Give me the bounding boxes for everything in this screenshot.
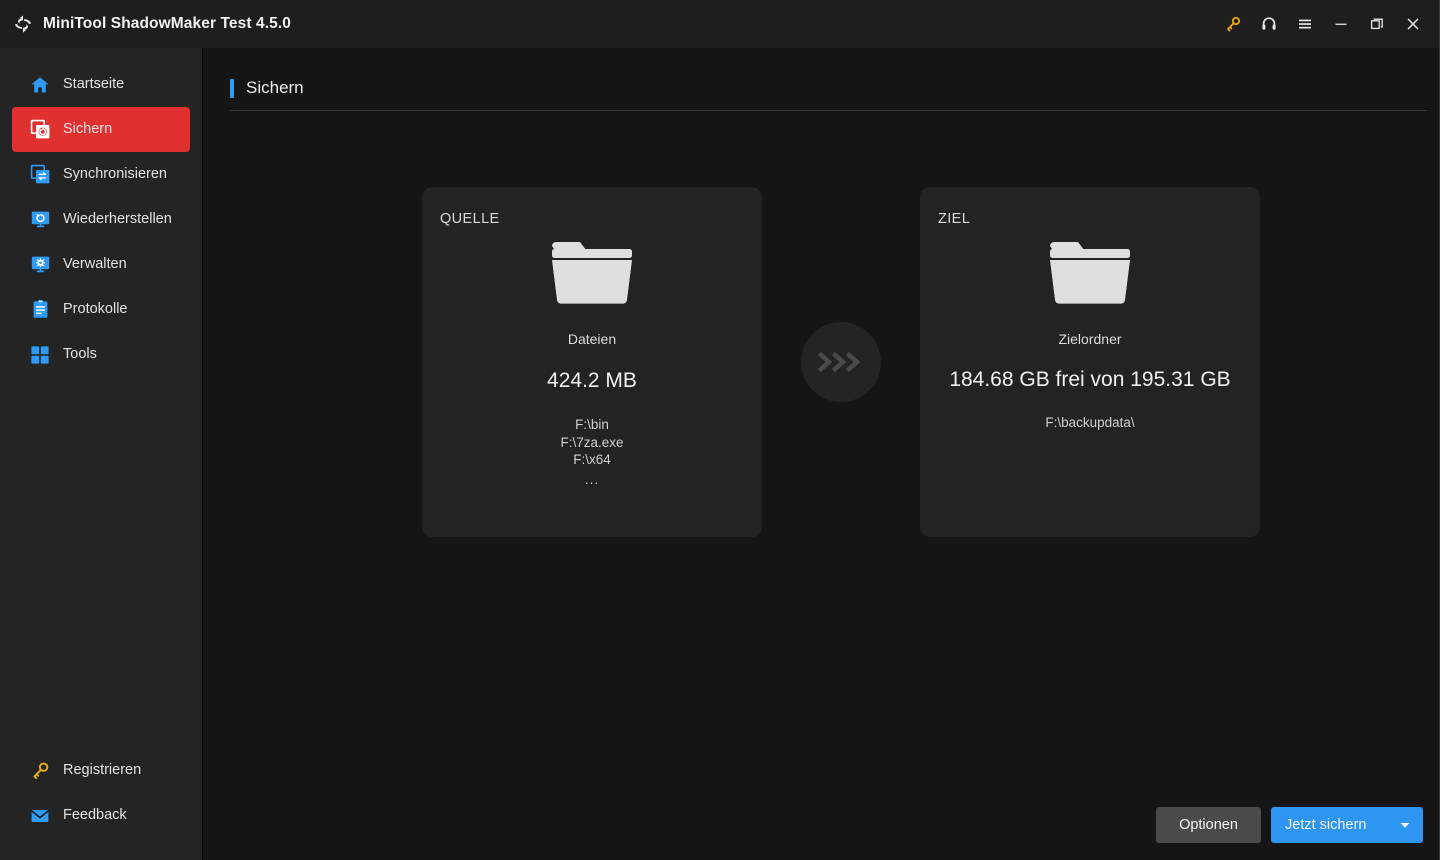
page-header: Sichern [203,48,1439,98]
minimize-icon [1333,16,1349,32]
destination-card-capacity: 184.68 GB frei von 195.31 GB [949,368,1230,392]
panel-area: QUELLE Dateien 424.2 MB F:\bin [203,111,1439,860]
support-icon[interactable] [1251,8,1287,40]
source-path-more: ... [560,471,623,489]
page-accent-bar [230,79,234,98]
destination-card-paths: F:\backupdata\ [1045,414,1134,432]
headset-icon [1261,16,1277,32]
backup-cards: QUELLE Dateien 424.2 MB F:\bin [422,187,1260,537]
destination-card[interactable]: ZIEL Zielordner 184.68 GB frei von 195.3… [920,187,1260,537]
options-button[interactable]: Optionen [1156,807,1261,843]
sidebar-item-startseite[interactable]: Startseite [12,62,190,107]
key-icon [1225,16,1241,32]
folder-icon [1048,239,1132,305]
source-path: F:\bin [560,416,623,434]
sidebar: Startseite Sichern [0,48,203,860]
sidebar-item-wiederherstellen[interactable]: Wiederherstellen [12,197,190,242]
menu-icon[interactable] [1287,8,1323,40]
app-title: MiniTool ShadowMaker Test 4.5.0 [43,15,291,33]
sidebar-item-tools[interactable]: Tools [12,332,190,377]
source-path: F:\7za.exe [560,434,623,452]
hamburger-menu-icon [1297,16,1313,32]
content-area: Sichern QUELLE Dateien [203,48,1439,860]
sidebar-item-feedback[interactable]: Feedback [12,793,190,838]
source-card-label: QUELLE [440,211,744,227]
sidebar-label: Sichern [63,122,112,137]
footer-actions: Optionen Jetzt sichern [1156,807,1423,843]
source-path: F:\x64 [560,451,623,469]
source-card[interactable]: QUELLE Dateien 424.2 MB F:\bin [422,187,762,537]
sidebar-label: Synchronisieren [63,167,167,182]
title-bar: MiniTool ShadowMaker Test 4.5.0 [0,0,1439,48]
destination-card-content: Zielordner 184.68 GB frei von 195.31 GB … [938,239,1242,432]
sidebar-item-sichern[interactable]: Sichern [12,107,190,152]
app-window: MiniTool ShadowMaker Test 4.5.0 [0,0,1440,860]
source-card-kind: Dateien [568,331,616,347]
restore-button[interactable] [1359,8,1395,40]
sidebar-item-synchronisieren[interactable]: Synchronisieren [12,152,190,197]
sidebar-item-registrieren[interactable]: Registrieren [12,748,190,793]
sidebar-label: Feedback [63,808,127,823]
destination-card-label: ZIEL [938,211,1242,227]
close-button[interactable] [1395,8,1431,40]
sidebar-item-verwalten[interactable]: Verwalten [12,242,190,287]
destination-card-kind: Zielordner [1058,331,1121,347]
sync-icon [29,164,51,186]
sidebar-label: Tools [63,347,97,362]
backup-now-label: Jetzt sichern [1285,817,1366,833]
sidebar-label: Protokolle [63,302,127,317]
restore-icon [29,209,51,231]
page-title: Sichern [246,78,304,98]
logs-icon [29,299,51,321]
tools-grid-icon [29,344,51,366]
close-icon [1405,16,1421,32]
destination-path: F:\backupdata\ [1045,414,1134,432]
envelope-icon [29,805,51,827]
restore-window-icon [1369,16,1385,32]
sidebar-item-protokolle[interactable]: Protokolle [12,287,190,332]
backup-now-button[interactable]: Jetzt sichern [1271,807,1423,843]
sidebar-label: Startseite [63,77,124,92]
source-card-size: 424.2 MB [547,369,637,393]
folder-icon [550,239,634,305]
triple-chevron-right-icon [818,350,864,374]
register-key-icon[interactable] [1215,8,1251,40]
source-card-paths: F:\bin F:\7za.exe F:\x64 ... [560,416,623,488]
sidebar-label: Verwalten [63,257,127,272]
sidebar-label: Registrieren [63,763,141,778]
sidebar-spacer [0,377,202,748]
home-icon [29,74,51,96]
caret-down-icon[interactable] [1400,817,1410,833]
sidebar-bottom-group: Registrieren Feedback [0,748,202,860]
sidebar-label: Wiederherstellen [63,212,172,227]
manage-icon [29,254,51,276]
source-card-content: Dateien 424.2 MB F:\bin F:\7za.exe F:\x6… [440,239,744,488]
backup-icon [29,119,51,141]
transfer-arrow-badge [801,322,881,402]
app-body: Startseite Sichern [0,48,1439,860]
key-icon [29,760,51,782]
sync-arrows-logo [12,13,34,35]
minimize-button[interactable] [1323,8,1359,40]
